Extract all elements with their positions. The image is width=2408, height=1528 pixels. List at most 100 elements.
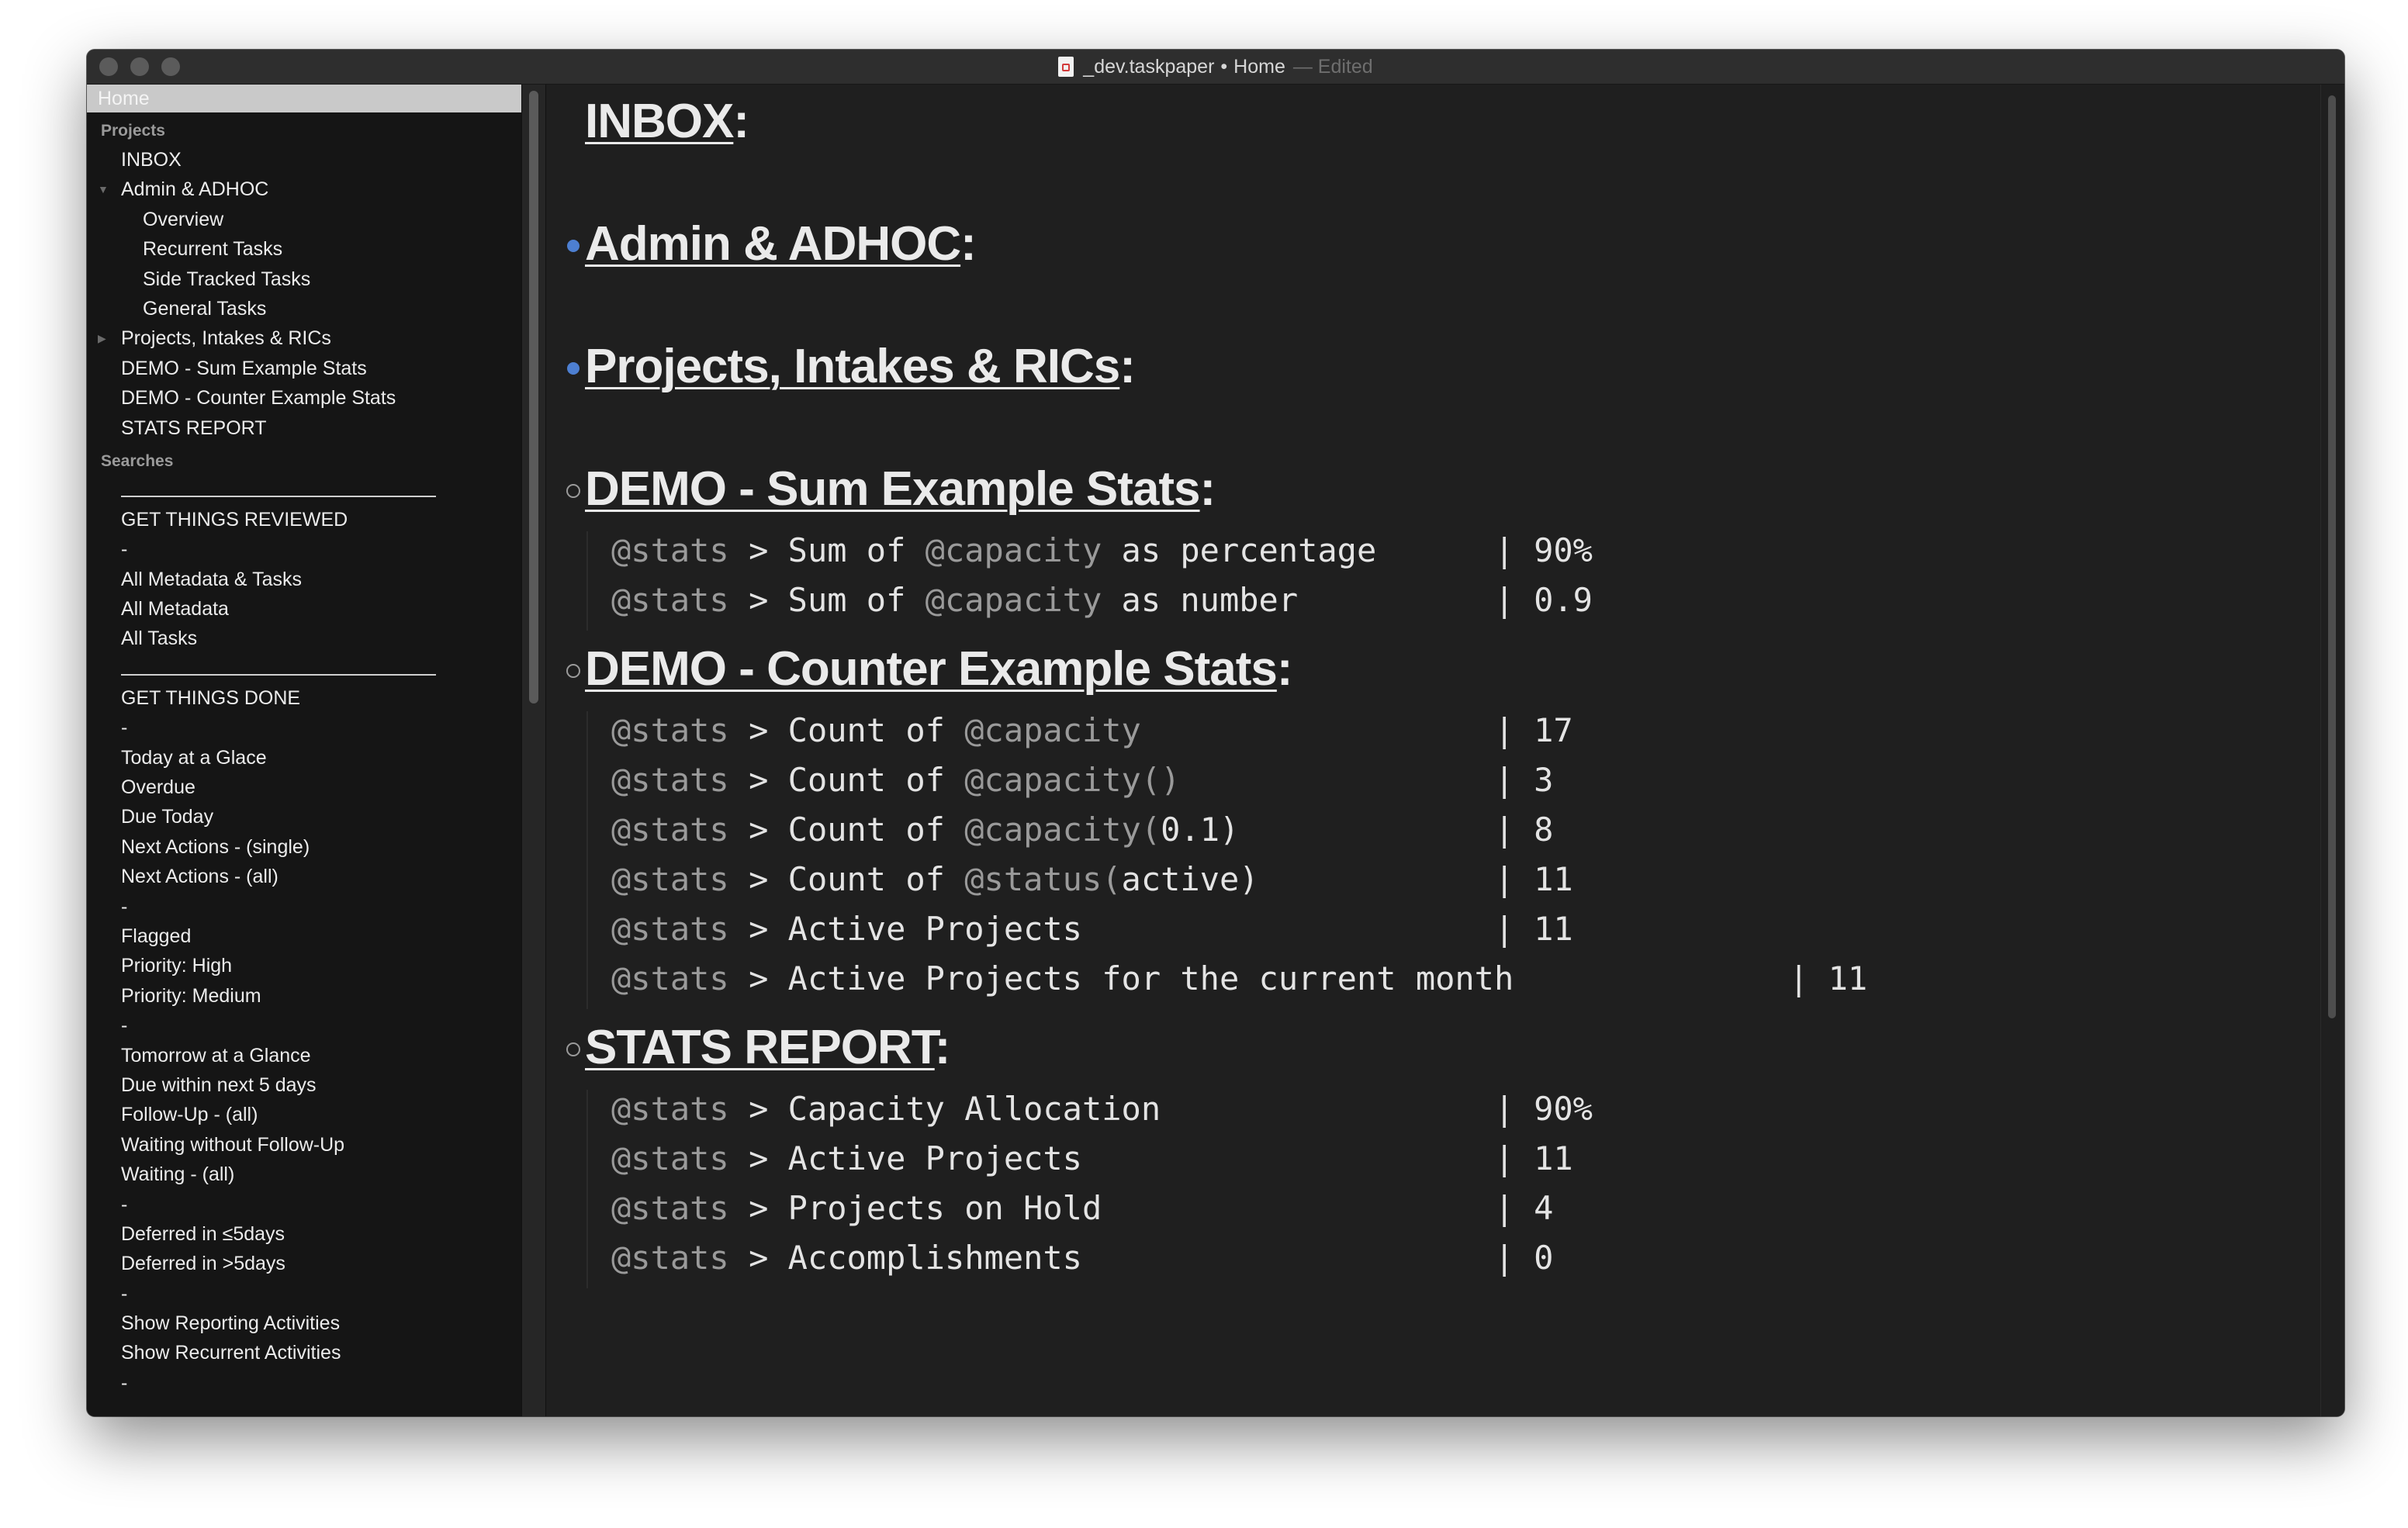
sidebar-search-deferred-in-5days[interactable]: Deferred in ≤5days xyxy=(87,1219,521,1249)
project-bullet[interactable] xyxy=(562,216,585,271)
sidebar-search-priority-high[interactable]: Priority: High xyxy=(87,951,521,980)
project-heading[interactable]: Projects, Intakes & RICs: xyxy=(562,339,1136,394)
disclosure-expanded-icon[interactable]: ▼ xyxy=(98,175,109,204)
editor-scroll-thumb[interactable] xyxy=(2328,95,2336,1018)
project-handle-icon xyxy=(566,663,580,678)
stats-line[interactable]: @stats > Count of @capacity(0.1) | 8 xyxy=(611,811,2085,857)
stats-line[interactable]: @stats > Active Projects for the current … xyxy=(611,959,2085,1006)
sidebar-search-tomorrow-at-a-glance[interactable]: Tomorrow at a Glance xyxy=(87,1041,521,1070)
project-name: INBOX xyxy=(585,95,734,148)
stats-line[interactable]: @stats > Count of @capacity() | 3 xyxy=(611,761,2085,807)
sidebar-item-recurrent-tasks[interactable]: Recurrent Tasks xyxy=(87,234,521,264)
sidebar-scroll-thumb[interactable] xyxy=(529,91,538,704)
stats-value: 17 xyxy=(1534,711,1573,749)
project-heading[interactable]: STATS REPORT: xyxy=(562,1020,950,1075)
sidebar-search-get-things-done[interactable]: GET THINGS DONE xyxy=(87,683,521,713)
sidebar-search-due-within-next-5-days[interactable]: Due within next 5 days xyxy=(87,1070,521,1100)
project-name: Projects, Intakes & RICs xyxy=(585,340,1120,393)
stats-tag: @stats xyxy=(611,531,729,569)
search-separator: - xyxy=(87,1190,521,1219)
stats-tag: @stats xyxy=(611,761,729,799)
sidebar-item-label: Recurrent Tasks xyxy=(143,238,283,261)
stats-line[interactable]: @stats > Projects on Hold | 4 xyxy=(611,1189,2085,1236)
stats-tag: @stats xyxy=(611,910,729,948)
sidebar-item-side-tracked-tasks[interactable]: Side Tracked Tasks xyxy=(87,264,521,294)
sidebar-search-today-at-a-glace[interactable]: Today at a Glace xyxy=(87,743,521,773)
value-separator: | xyxy=(1494,761,1514,799)
sidebar-search-flagged[interactable]: Flagged xyxy=(87,921,521,951)
sidebar-search-get-things-reviewed[interactable]: GET THINGS REVIEWED xyxy=(87,505,521,534)
editor[interactable]: INBOX: Admin & ADHOC: Projects, Intakes & … xyxy=(546,85,2344,1416)
sidebar-item-label: All Metadata & Tasks xyxy=(121,568,302,590)
sidebar-item-home[interactable]: Home xyxy=(87,85,521,112)
stats-line[interactable]: @stats > Sum of @capacity as number | 0.9 xyxy=(611,581,2085,627)
stats-line[interactable]: @stats > Count of @status(active) | 11 xyxy=(611,860,2085,907)
sidebar-search-next-actions-single[interactable]: Next Actions - (single) xyxy=(87,832,521,862)
sidebar-item-label: STATS REPORT xyxy=(121,417,267,439)
sidebar-search-waiting-all[interactable]: Waiting - (all) xyxy=(87,1160,521,1189)
project-colon: : xyxy=(733,95,749,148)
sidebar-scrollbar[interactable] xyxy=(521,85,546,1416)
sidebar-item-general-tasks[interactable]: General Tasks xyxy=(87,294,521,323)
project-handle-icon xyxy=(566,1042,580,1056)
stats-line[interactable]: @stats > Capacity Allocation | 90% xyxy=(611,1090,2085,1136)
sidebar-item-label: Tomorrow at a Glance xyxy=(121,1044,311,1066)
search-separator: - xyxy=(87,1011,521,1040)
project-bullet[interactable] xyxy=(562,641,585,697)
sidebar-item-label: - xyxy=(121,1193,128,1215)
stats-attribute-tag: @capacity xyxy=(925,531,1102,569)
sidebar-item-stats-report[interactable]: STATS REPORT xyxy=(87,413,521,443)
disclosure-collapsed-icon[interactable]: ▶ xyxy=(98,323,106,353)
sidebar-item-label: - xyxy=(121,1282,128,1305)
stats-line[interactable]: @stats > Count of @capacity | 17 xyxy=(611,711,2085,758)
sidebar-search-deferred-in-5days[interactable]: Deferred in >5days xyxy=(87,1249,521,1278)
stats-line[interactable]: @stats > Accomplishments | 0 xyxy=(611,1239,2085,1285)
stats-value: 11 xyxy=(1534,860,1573,898)
search-separator: - xyxy=(87,534,521,564)
sidebar-item-label: Deferred in ≤5days xyxy=(121,1222,285,1245)
project-heading[interactable]: DEMO - Sum Example Stats: xyxy=(562,462,1216,517)
sidebar-item-label: Side Tracked Tasks xyxy=(143,268,311,290)
sidebar-item-label: DEMO - Sum Example Stats xyxy=(121,357,367,379)
project-heading[interactable]: Admin & ADHOC: xyxy=(562,216,977,271)
sidebar-item-label: Next Actions - (single) xyxy=(121,835,310,858)
editor-scrollbar[interactable] xyxy=(2320,85,2344,1416)
sidebar-item-admin-adhoc[interactable]: ▼ Admin & ADHOC xyxy=(87,175,521,204)
sidebar-search-follow-up-all[interactable]: Follow-Up - (all) xyxy=(87,1100,521,1129)
sidebar-search-due-today[interactable]: Due Today xyxy=(87,802,521,831)
sidebar-item-label: All Metadata xyxy=(121,598,229,621)
sidebar-item-label: DEMO - Counter Example Stats xyxy=(121,387,396,410)
sidebar-item-demo-sum-example-stats[interactable]: DEMO - Sum Example Stats xyxy=(87,354,521,383)
title-bar: _dev.taskpaper • Home — Edited xyxy=(87,50,2344,85)
stats-expression: > Capacity Allocation xyxy=(749,1090,1161,1128)
sidebar-item-inbox[interactable]: INBOX xyxy=(87,145,521,175)
stats-line[interactable]: @stats > Sum of @capacity as percentage | 9… xyxy=(611,531,2085,578)
sidebar-search-all-metadata[interactable]: All Metadata xyxy=(87,594,521,624)
sidebar-search-waiting-without-follow-up[interactable]: Waiting without Follow-Up xyxy=(87,1130,521,1160)
project-bullet[interactable] xyxy=(562,1020,585,1075)
stats-tag: @stats xyxy=(611,1239,729,1277)
sidebar-search-show-recurrent-activities[interactable]: Show Recurrent Activities xyxy=(87,1338,521,1367)
sidebar-search-all-tasks[interactable]: All Tasks xyxy=(87,624,521,653)
stats-attribute-tag: @status( xyxy=(964,860,1122,898)
sidebar-search-show-reporting-activities[interactable]: Show Reporting Activities xyxy=(87,1308,521,1338)
sidebar-item-label: - xyxy=(121,895,128,918)
sidebar-search-overdue[interactable]: Overdue xyxy=(87,773,521,802)
value-separator: | xyxy=(1494,1239,1514,1277)
sidebar-item-overview[interactable]: Overview xyxy=(87,205,521,234)
stats-line[interactable]: @stats > Active Projects | 11 xyxy=(611,910,2085,956)
sidebar-search-all-metadata-tasks[interactable]: All Metadata & Tasks xyxy=(87,565,521,594)
sidebar-item-projects-intakes-rics[interactable]: ▶ Projects, Intakes & RICs xyxy=(87,323,521,353)
project-heading[interactable]: DEMO - Counter Example Stats: xyxy=(562,641,1292,697)
stats-expression-text: active) xyxy=(1121,860,1259,898)
sidebar-item-demo-counter-example-stats[interactable]: DEMO - Counter Example Stats xyxy=(87,383,521,413)
sidebar-search-priority-medium[interactable]: Priority: Medium xyxy=(87,981,521,1011)
project-bullet[interactable] xyxy=(562,339,585,394)
stats-expression-text: > Projects on Hold xyxy=(749,1189,1102,1227)
indent-guide xyxy=(586,1090,588,1288)
project-heading[interactable]: INBOX: xyxy=(562,94,749,149)
sidebar-item-label: - xyxy=(121,1371,128,1394)
stats-line[interactable]: @stats > Active Projects | 11 xyxy=(611,1139,2085,1186)
project-bullet[interactable] xyxy=(562,462,585,517)
sidebar-search-next-actions-all[interactable]: Next Actions - (all) xyxy=(87,862,521,891)
